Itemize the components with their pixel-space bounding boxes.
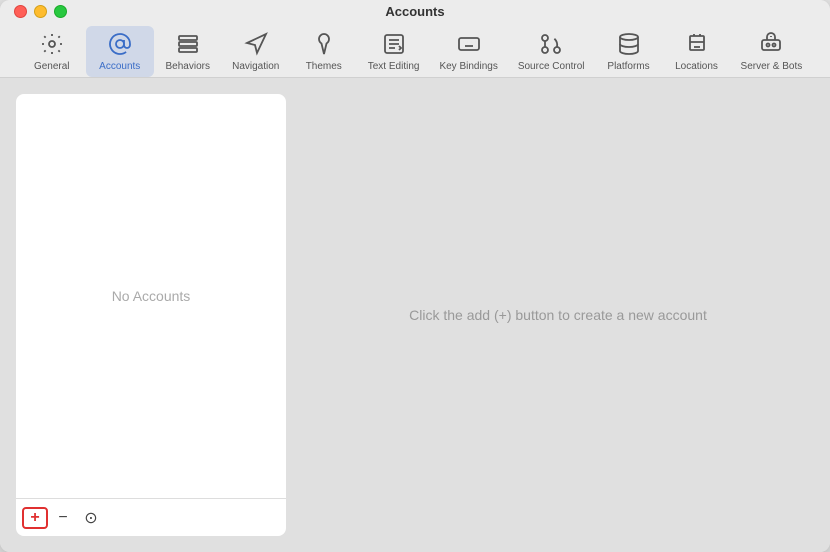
toolbar-item-navigation[interactable]: Navigation [222, 26, 290, 77]
toolbar-item-behaviors[interactable]: Behaviors [154, 26, 222, 77]
text-editing-label: Text Editing [368, 61, 420, 72]
toolbar-item-key-bindings[interactable]: Key Bindings [429, 26, 507, 77]
key-bindings-icon [455, 30, 483, 58]
behaviors-icon [174, 30, 202, 58]
toolbar-item-source-control[interactable]: Source Control [508, 26, 595, 77]
key-bindings-label: Key Bindings [439, 61, 497, 72]
themes-label: Themes [306, 61, 342, 72]
server-bots-icon [757, 30, 785, 58]
toolbar-item-locations[interactable]: Locations [663, 26, 731, 77]
toolbar-item-platforms[interactable]: Platforms [595, 26, 663, 77]
accounts-label: Accounts [99, 61, 140, 72]
platforms-label: Platforms [607, 61, 649, 72]
main-window: Accounts General [0, 0, 830, 552]
title-bar-top: Accounts [0, 0, 830, 22]
toolbar: General Accounts [0, 22, 830, 77]
toolbar-item-text-editing[interactable]: Text Editing [358, 26, 430, 77]
themes-icon [310, 30, 338, 58]
panel-footer: + − ⊙ [16, 498, 286, 536]
toolbar-item-general[interactable]: General [18, 26, 86, 77]
options-button[interactable]: ⊙ [78, 507, 104, 529]
at-icon [106, 30, 134, 58]
navigation-icon [242, 30, 270, 58]
add-account-button[interactable]: + [22, 507, 48, 529]
remove-account-button[interactable]: − [50, 507, 76, 529]
source-control-label: Source Control [518, 61, 585, 72]
locations-icon [683, 30, 711, 58]
behaviors-label: Behaviors [166, 61, 210, 72]
minimize-button[interactable] [34, 5, 47, 18]
no-accounts-text: No Accounts [112, 288, 191, 304]
accounts-list: No Accounts [16, 94, 286, 498]
source-control-icon [537, 30, 565, 58]
window-title: Accounts [385, 4, 444, 19]
locations-label: Locations [675, 61, 718, 72]
left-panel: No Accounts + − ⊙ [16, 94, 286, 536]
navigation-label: Navigation [232, 61, 279, 72]
toolbar-item-accounts[interactable]: Accounts [86, 26, 154, 77]
toolbar-item-server-bots[interactable]: Server & Bots [731, 26, 813, 77]
close-button[interactable] [14, 5, 27, 18]
maximize-button[interactable] [54, 5, 67, 18]
right-panel: Click the add (+) button to create a new… [302, 94, 814, 536]
title-bar: Accounts General [0, 0, 830, 78]
window-controls [14, 5, 67, 18]
gear-icon [38, 30, 66, 58]
text-editing-icon [380, 30, 408, 58]
content-area: No Accounts + − ⊙ Click the add (+) butt… [0, 78, 830, 552]
right-hint-text: Click the add (+) button to create a new… [409, 307, 707, 323]
server-bots-label: Server & Bots [741, 61, 803, 72]
platforms-icon [615, 30, 643, 58]
general-label: General [34, 61, 70, 72]
toolbar-item-themes[interactable]: Themes [290, 26, 358, 77]
